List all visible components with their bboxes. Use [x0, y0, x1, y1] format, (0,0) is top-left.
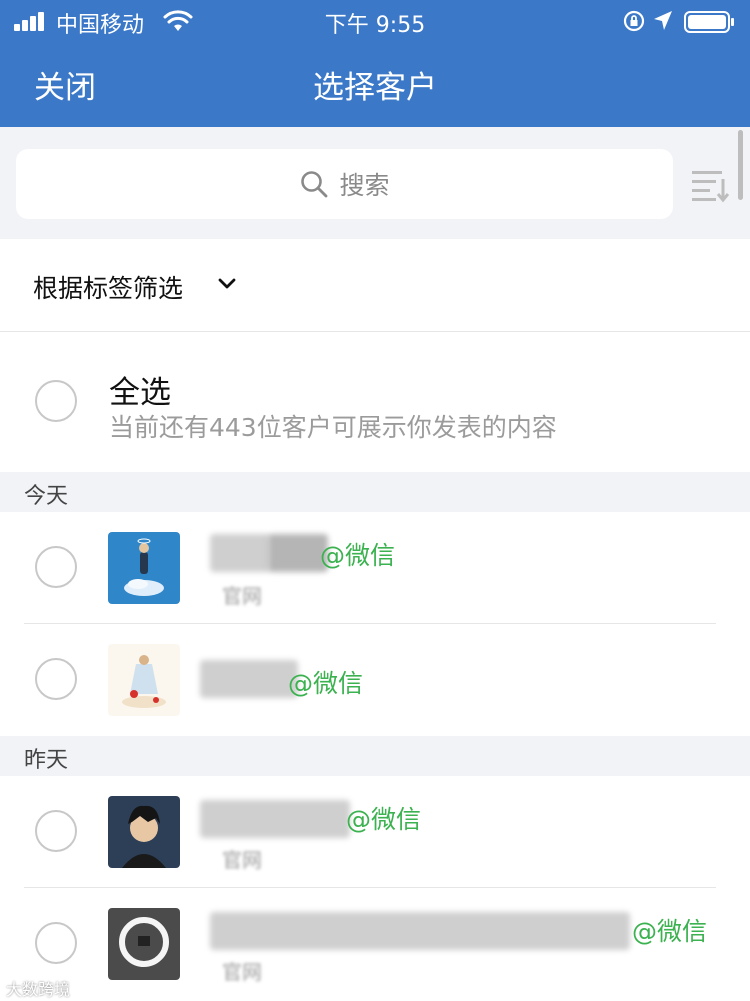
customer-name-redacted	[268, 534, 328, 572]
customer-name-redacted	[210, 534, 270, 572]
wechat-suffix: @微信	[632, 917, 708, 946]
customer-row[interactable]: @微信 官网	[0, 776, 750, 888]
sort-icon[interactable]	[690, 165, 730, 205]
status-right-icons	[576, 9, 736, 33]
row-checkbox[interactable]	[35, 922, 77, 964]
watermark: 大数跨境	[6, 980, 71, 999]
location-icon	[654, 11, 672, 30]
tag-filter-dropdown[interactable]: 根据标签筛选	[0, 239, 750, 332]
customer-name-redacted	[200, 660, 298, 698]
customer-row[interactable]: @微信 官网	[0, 888, 750, 1000]
select-all-subtitle: 当前还有443位客户可展示你发表的内容	[109, 413, 557, 442]
customer-name-redacted	[200, 800, 350, 838]
section-label: 今天	[24, 484, 69, 509]
chevron-down-icon	[218, 278, 236, 289]
section-label: 昨天	[24, 748, 69, 773]
avatar	[108, 644, 180, 716]
customer-source: 官网	[222, 960, 262, 984]
avatar	[108, 532, 180, 604]
row-checkbox[interactable]	[35, 810, 77, 852]
customer-row[interactable]: @微信	[0, 624, 750, 736]
search-icon	[301, 171, 328, 198]
battery-icon	[684, 11, 734, 33]
section-header-yesterday: 昨天	[0, 736, 750, 776]
row-checkbox[interactable]	[35, 546, 77, 588]
wechat-suffix: @微信	[346, 805, 422, 834]
avatar	[108, 908, 180, 980]
search-input[interactable]: 搜索	[16, 149, 673, 219]
select-all-row[interactable]: 全选 当前还有443位客户可展示你发表的内容	[0, 332, 750, 472]
status-bar: 中国移动 下午 9:55	[0, 0, 750, 44]
row-checkbox[interactable]	[35, 658, 77, 700]
wechat-suffix: @微信	[288, 669, 364, 698]
search-placeholder: 搜索	[339, 171, 390, 200]
customer-name-redacted	[210, 912, 630, 950]
select-all-title: 全选	[109, 375, 171, 411]
tag-filter-label: 根据标签筛选	[33, 274, 184, 303]
select-all-checkbox[interactable]	[35, 380, 77, 422]
customer-source: 官网	[222, 584, 262, 608]
customer-source: 官网	[222, 848, 262, 872]
page-title: 选择客户	[313, 70, 437, 106]
search-area: 搜索	[0, 127, 750, 239]
customer-row[interactable]: @微信 官网	[0, 512, 750, 624]
scrollbar[interactable]	[738, 130, 743, 200]
wechat-suffix: @微信	[320, 541, 396, 570]
top-bar: 中国移动 下午 9:55 关闭 选择客户	[0, 0, 750, 127]
avatar	[108, 796, 180, 868]
rotation-lock-icon	[623, 10, 645, 32]
section-header-today: 今天	[0, 472, 750, 512]
